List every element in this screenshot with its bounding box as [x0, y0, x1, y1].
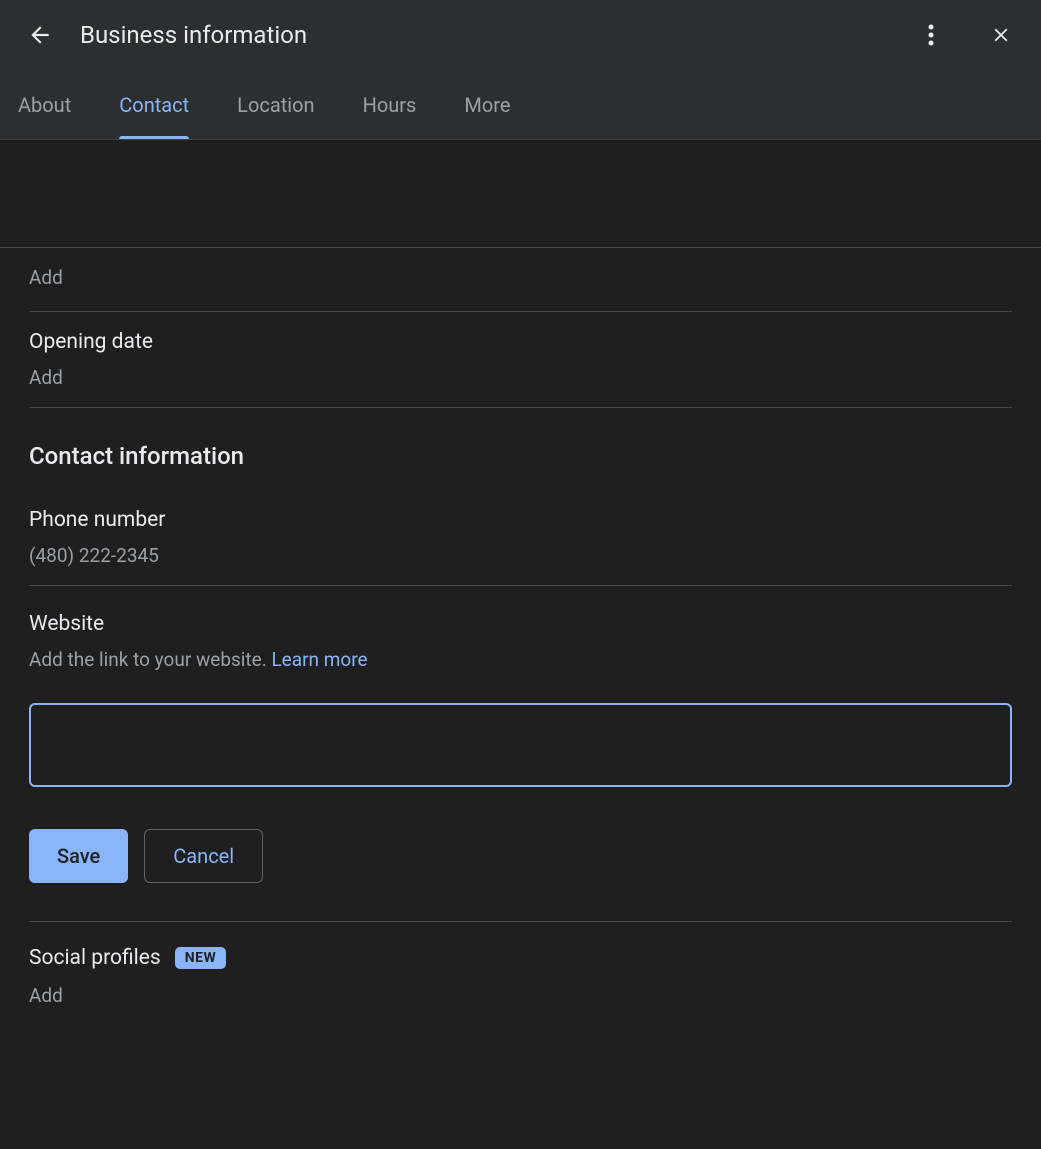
website-input[interactable] [29, 703, 1012, 787]
back-button[interactable] [20, 15, 60, 55]
phone-title: Phone number [29, 508, 1012, 532]
opening-date-row[interactable]: Opening date Add [29, 312, 1012, 408]
unknown-field-row[interactable]: Add [29, 248, 1012, 312]
social-profiles-row[interactable]: Social profiles NEW Add [29, 922, 1012, 1007]
website-section: Website Add the link to your website. Le… [29, 586, 1012, 787]
tab-contact[interactable]: Contact [119, 70, 189, 139]
new-badge: NEW [175, 947, 227, 969]
close-button[interactable] [981, 15, 1021, 55]
add-label: Add [29, 266, 1012, 289]
opening-date-value: Add [29, 366, 1012, 389]
tab-location[interactable]: Location [237, 70, 314, 139]
phone-row[interactable]: Phone number (480) 222-2345 [29, 480, 1012, 586]
contact-info-heading: Contact information [29, 442, 1012, 470]
page-title: Business information [80, 21, 307, 49]
more-vert-icon [928, 23, 934, 47]
close-icon [990, 24, 1012, 46]
learn-more-link[interactable]: Learn more [271, 648, 367, 671]
content-spacer [0, 140, 1041, 248]
button-row: Save Cancel [29, 829, 1012, 922]
tab-about[interactable]: About [18, 70, 71, 139]
phone-value: (480) 222-2345 [29, 544, 1012, 567]
website-desc: Add the link to your website. Learn more [29, 648, 1012, 671]
website-title: Website [29, 612, 1012, 636]
social-value: Add [29, 984, 1012, 1007]
website-desc-text: Add the link to your website. [29, 648, 271, 671]
save-button[interactable]: Save [29, 829, 128, 883]
cancel-button[interactable]: Cancel [144, 829, 263, 883]
content-area: Add Opening date Add Contact information… [0, 248, 1041, 1007]
tab-hours[interactable]: Hours [363, 70, 417, 139]
arrow-back-icon [27, 22, 53, 48]
more-options-button[interactable] [911, 15, 951, 55]
tab-more[interactable]: More [464, 70, 510, 139]
dialog-header: Business information [0, 0, 1041, 70]
social-title: Social profiles [29, 946, 161, 970]
opening-date-title: Opening date [29, 330, 1012, 354]
tabs-bar: About Contact Location Hours More [0, 70, 1041, 140]
